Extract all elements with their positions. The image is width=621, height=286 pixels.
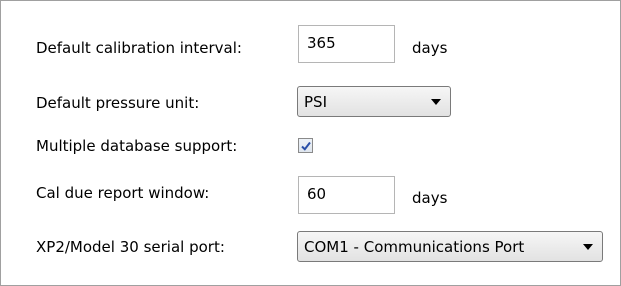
serial-port-selected: COM1 - Communications Port <box>304 238 525 256</box>
calibration-interval-input[interactable]: 365 <box>298 25 395 63</box>
checkmark-icon <box>301 141 311 151</box>
multiple-database-checkbox[interactable] <box>298 138 313 153</box>
cal-due-window-label: Cal due report window: <box>36 184 210 202</box>
pressure-unit-label: Default pressure unit: <box>36 94 200 112</box>
cal-due-window-value: 60 <box>307 185 327 203</box>
multiple-database-label: Multiple database support: <box>36 137 238 155</box>
calibration-interval-value: 365 <box>307 34 336 52</box>
serial-port-label: XP2/Model 30 serial port: <box>36 238 225 256</box>
cal-due-window-unit: days <box>412 189 448 207</box>
chevron-down-icon <box>431 99 441 105</box>
pressure-unit-select[interactable]: PSI <box>297 86 451 117</box>
calibration-interval-label: Default calibration interval: <box>36 39 242 57</box>
pressure-unit-selected: PSI <box>304 93 327 111</box>
cal-due-window-input[interactable]: 60 <box>298 176 395 214</box>
serial-port-select[interactable]: COM1 - Communications Port <box>297 231 603 262</box>
chevron-down-icon <box>583 244 593 250</box>
settings-panel: Default calibration interval: 365 days D… <box>0 0 621 286</box>
calibration-interval-unit: days <box>412 39 448 57</box>
